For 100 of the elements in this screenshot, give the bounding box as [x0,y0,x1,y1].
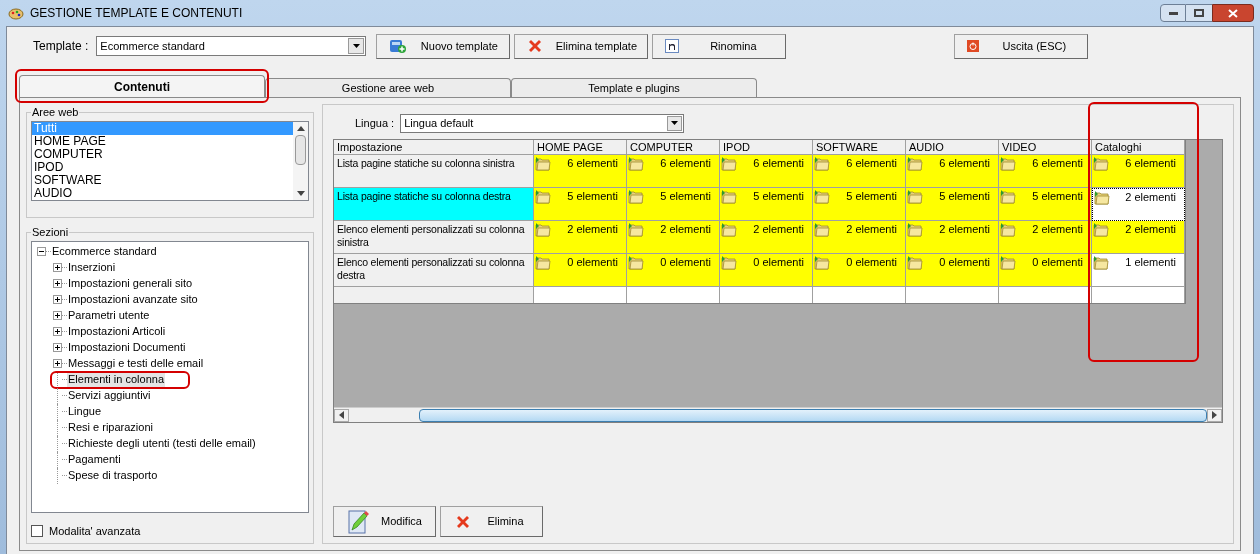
table-cell[interactable]: 6 elementi [999,155,1092,188]
table-cell[interactable]: 6 elementi [534,155,627,188]
tree-item[interactable]: Parametri utente [67,307,151,324]
table-cell[interactable]: 5 elementi [627,188,720,221]
table-cell[interactable]: 5 elementi [999,188,1092,221]
table-cell[interactable]: 6 elementi [1092,155,1185,188]
scroll-up-icon[interactable] [296,125,305,131]
column-header[interactable]: IPOD [720,140,813,155]
table-cell[interactable] [720,287,813,303]
tree-item[interactable]: Pagamenti [67,451,122,468]
expand-icon[interactable] [52,359,62,368]
tree-item[interactable]: Richieste degli utenti (testi delle email) [67,435,257,452]
table-cell[interactable] [813,287,906,303]
tree-item[interactable]: Servizi aggiuntivi [67,387,152,404]
table-cell[interactable]: 2 elementi [999,221,1092,254]
row-header[interactable]: Lista pagine statiche su colonna destra [334,188,534,221]
table-cell[interactable]: 2 elementi [720,221,813,254]
table-cell[interactable] [534,287,627,303]
folder-icon [721,222,737,237]
table-cell[interactable]: 0 elementi [534,254,627,287]
column-header[interactable]: HOME PAGE [534,140,627,155]
language-dropdown[interactable]: Lingua default [400,113,685,133]
tree-item[interactable]: Inserzioni [67,259,117,276]
tab[interactable]: Contenuti [19,75,265,97]
dropdown-arrow-icon [352,44,360,48]
row-header[interactable]: Elenco elementi personalizzati su colonna sinistra [334,221,534,254]
delete-template-button[interactable]: Elimina template [514,33,649,59]
row-header[interactable]: Elenco elementi personalizzati su colonna destra [334,254,534,287]
checkbox[interactable] [31,524,43,537]
column-header[interactable]: VIDEO [999,140,1092,155]
table-cell[interactable]: 0 elementi [627,254,720,287]
edit-button[interactable]: Modifica [333,506,436,537]
table-cell[interactable]: 2 elementi [1092,188,1185,221]
table-cell[interactable] [906,287,999,303]
rename-button[interactable]: Rinomina [652,33,787,59]
list-item[interactable]: HOME PAGE [32,134,293,148]
scroll-right-icon[interactable] [1212,411,1217,419]
table-cell[interactable]: 5 elementi [906,188,999,221]
exit-button[interactable]: Uscita (ESC) [954,33,1089,59]
template-dropdown[interactable]: Ecommerce standard [96,36,367,56]
expand-icon[interactable] [52,295,62,304]
expand-icon[interactable] [52,327,62,336]
table-cell[interactable]: 0 elementi [999,254,1092,287]
list-item[interactable]: COMPUTER [32,147,293,161]
tree-item[interactable]: Impostazioni avanzate sito [67,291,199,308]
table-cell[interactable]: 6 elementi [720,155,813,188]
tree-item[interactable]: Resi e riparazioni [67,419,154,436]
tree-item[interactable]: Impostazioni generali sito [67,275,194,292]
table-cell[interactable]: 2 elementi [813,221,906,254]
table-cell[interactable]: 5 elementi [813,188,906,221]
new-template-button[interactable]: Nuovo template [376,33,511,59]
edit-document-icon [348,508,370,535]
table-cell[interactable]: 6 elementi [906,155,999,188]
table-cell[interactable] [999,287,1092,303]
expand-icon[interactable] [52,279,62,288]
table-cell[interactable]: 0 elementi [906,254,999,287]
scroll-down-icon[interactable] [296,190,305,196]
column-header[interactable]: Cataloghi [1092,140,1185,155]
column-header[interactable]: AUDIO [906,140,999,155]
tree-item[interactable]: Impostazioni Documenti [67,339,187,356]
expand-icon[interactable] [52,263,62,272]
table-cell[interactable]: 2 elementi [534,221,627,254]
minimize-button[interactable] [1160,4,1186,22]
scrollbar[interactable] [293,121,308,200]
column-header[interactable]: COMPUTER [627,140,720,155]
table-cell[interactable]: 6 elementi [813,155,906,188]
tree-item[interactable]: Spese di trasporto [67,467,159,484]
collapse-icon[interactable] [36,247,46,256]
table-cell[interactable] [1092,287,1185,303]
table-cell[interactable]: 2 elementi [906,221,999,254]
close-button[interactable] [1212,4,1254,22]
table-cell[interactable]: 1 elementi [1092,254,1185,287]
expand-icon[interactable] [52,343,62,352]
list-item[interactable]: AUDIO [32,186,293,200]
tree-item[interactable]: Impostazioni Articoli [67,323,167,340]
table-cell[interactable]: 0 elementi [720,254,813,287]
maximize-button[interactable] [1186,4,1212,22]
delete-button[interactable]: Elimina [440,506,543,537]
list-item[interactable]: IPOD [32,160,293,174]
tree-item[interactable]: Lingue [67,403,103,420]
table-cell[interactable]: 2 elementi [627,221,720,254]
table-cell[interactable]: 5 elementi [534,188,627,221]
column-header[interactable]: SOFTWARE [813,140,906,155]
scroll-left-icon[interactable] [339,411,344,419]
expand-icon[interactable] [52,311,62,320]
tab[interactable]: Gestione aree web [265,78,511,97]
column-header[interactable]: Impostazione [334,140,534,155]
list-box[interactable]: Tutti HOME PAGE COMPUTER IPOD SOFTWARE AUDIO [31,120,309,201]
list-item[interactable]: SOFTWARE [32,173,293,187]
table-cell[interactable]: 6 elementi [627,155,720,188]
table-cell[interactable]: 2 elementi [1092,221,1185,254]
tree-view[interactable] [31,240,309,513]
tree-item[interactable]: Messaggi e testi delle email [67,355,205,372]
row-header[interactable]: Lista pagine statiche su colonna sinistra [334,155,534,188]
tab[interactable]: Template e plugins [511,78,757,97]
table-cell[interactable]: 0 elementi [813,254,906,287]
horizontal-scrollbar[interactable] [334,407,1222,422]
table-cell[interactable]: 5 elementi [720,188,813,221]
table-cell[interactable] [627,287,720,303]
tree-item[interactable]: Ecommerce standard [51,243,158,260]
